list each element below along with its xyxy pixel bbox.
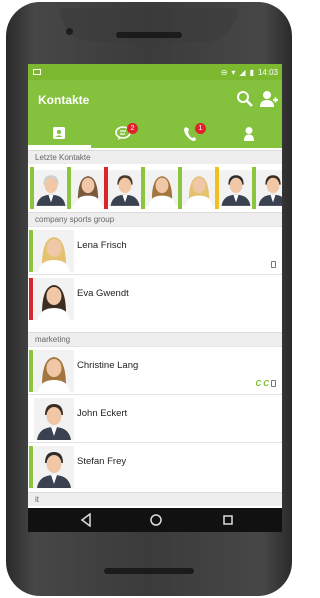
device-icon bbox=[271, 380, 276, 387]
contact-name: Eva Gwendt bbox=[77, 288, 129, 299]
contact-row[interactable]: John Eckert bbox=[28, 394, 282, 442]
status-bar-indicator bbox=[29, 446, 33, 488]
tab-calls[interactable]: 1 bbox=[154, 120, 217, 148]
signal-icon: ◢ bbox=[239, 67, 246, 77]
avatar bbox=[108, 170, 142, 206]
page-title: Kontakte bbox=[38, 93, 90, 107]
battery-icon: ▮ bbox=[249, 67, 254, 77]
section-header-group: it bbox=[28, 492, 282, 506]
screen: ⊖ ▾ ◢ ▮ 14:03 Kontakte 2 1 Letzte Kontak… bbox=[28, 64, 282, 532]
status-bar: ⊖ ▾ ◢ ▮ 14:03 bbox=[28, 64, 282, 80]
recent-contact[interactable] bbox=[178, 167, 218, 209]
status-time: 14:03 bbox=[257, 67, 278, 77]
avatar bbox=[34, 170, 68, 206]
recent-contact[interactable] bbox=[104, 167, 144, 209]
avatar bbox=[145, 170, 179, 206]
contact-name: John Eckert bbox=[77, 408, 128, 419]
contact-indicators bbox=[271, 261, 276, 268]
search-icon[interactable] bbox=[236, 90, 254, 108]
wifi-icon: ▾ bbox=[231, 67, 236, 77]
tab-bar: 2 1 bbox=[28, 120, 282, 148]
phone-frame: ⊖ ▾ ◢ ▮ 14:03 Kontakte 2 1 Letzte Kontak… bbox=[6, 2, 292, 596]
contact-name: Lena Frisch bbox=[77, 240, 127, 251]
avatar bbox=[219, 170, 253, 206]
status-bar-indicator bbox=[29, 350, 33, 392]
status-bar-indicator bbox=[29, 398, 33, 440]
connection-c-icon: C bbox=[255, 379, 262, 388]
avatar bbox=[34, 446, 74, 488]
contact-name: Stefan Frey bbox=[77, 456, 127, 467]
recents-square-icon[interactable] bbox=[222, 513, 234, 527]
device-icon bbox=[271, 261, 276, 268]
recent-contacts-row bbox=[28, 164, 282, 210]
avatar bbox=[34, 398, 74, 440]
image-icon bbox=[33, 69, 41, 75]
recent-contact[interactable] bbox=[30, 167, 70, 209]
recent-contact[interactable] bbox=[67, 167, 107, 209]
connection-c-icon: C bbox=[263, 379, 269, 388]
tab-chats[interactable]: 2 bbox=[91, 120, 154, 148]
person-icon bbox=[244, 127, 254, 141]
avatar bbox=[71, 170, 105, 206]
avatar bbox=[34, 350, 74, 392]
front-camera bbox=[66, 28, 73, 35]
chat-badge: 2 bbox=[127, 123, 138, 134]
contact-row[interactable]: Lena Frisch bbox=[28, 226, 282, 274]
contacts-card-icon bbox=[53, 127, 65, 139]
contact-name: Christine Lang bbox=[77, 360, 139, 371]
minus-circle-icon: ⊖ bbox=[220, 67, 228, 77]
recent-contact[interactable] bbox=[252, 167, 282, 209]
avatar bbox=[256, 170, 282, 206]
recent-contact[interactable] bbox=[215, 167, 255, 209]
section-header-recent: Letzte Kontakte bbox=[28, 150, 282, 164]
contact-row[interactable]: Christine Lang C C bbox=[28, 346, 282, 394]
contact-row[interactable]: Stefan Frey bbox=[28, 442, 282, 490]
tab-contacts[interactable] bbox=[28, 120, 91, 148]
earpiece-speaker bbox=[116, 32, 182, 38]
status-bar-indicator bbox=[29, 278, 33, 320]
bottom-speaker bbox=[104, 568, 194, 574]
home-circle-icon[interactable] bbox=[149, 513, 163, 527]
back-triangle-icon[interactable] bbox=[80, 513, 92, 527]
tab-profile[interactable] bbox=[217, 120, 280, 148]
contact-indicators: C C bbox=[255, 379, 276, 388]
avatar bbox=[34, 278, 74, 320]
app-bar: Kontakte bbox=[28, 80, 282, 120]
status-bar-indicator bbox=[29, 230, 33, 272]
recent-contact[interactable] bbox=[141, 167, 181, 209]
contact-row[interactable]: Eva Gwendt bbox=[28, 274, 282, 322]
android-nav-bar bbox=[28, 508, 282, 532]
calls-badge: 1 bbox=[195, 123, 206, 134]
avatar bbox=[182, 170, 216, 206]
section-header-group: marketing bbox=[28, 332, 282, 346]
add-person-icon[interactable] bbox=[259, 90, 279, 108]
avatar bbox=[34, 230, 74, 272]
section-header-group: company sports group bbox=[28, 212, 282, 226]
